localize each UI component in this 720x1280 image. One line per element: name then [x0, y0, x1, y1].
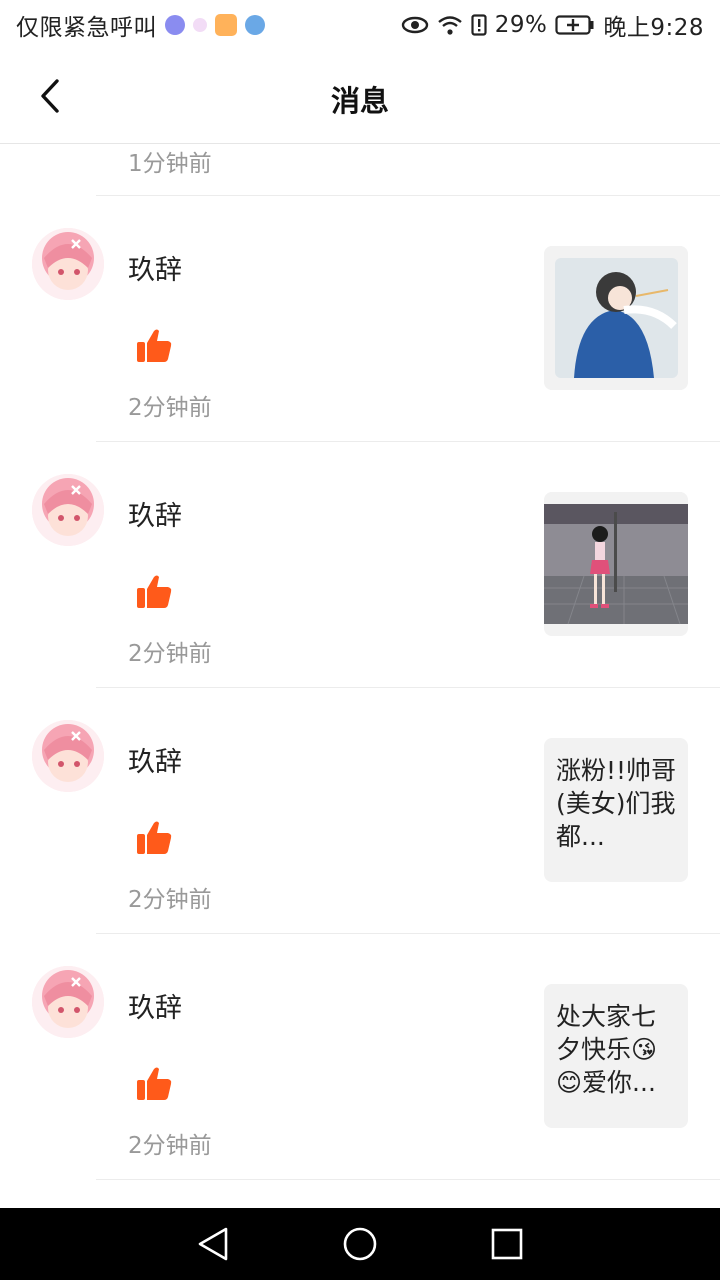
video-app-icon — [215, 14, 237, 36]
nav-home-button[interactable] — [330, 1214, 390, 1274]
battery-percent: 29% — [494, 12, 548, 38]
sim-alert-icon — [471, 14, 487, 36]
circle-home-icon — [343, 1227, 377, 1261]
status-bar: 仅限紧急呼叫 29% 晚上9:28 — [0, 0, 720, 50]
status-right: 29% 晚上9:28 — [401, 8, 704, 42]
square-recents-icon — [491, 1228, 522, 1260]
item-time: 2分钟前 — [128, 395, 212, 421]
wifi-icon — [437, 14, 463, 36]
list-item[interactable]: 玖辞 2分钟前 涨粉!!帅哥(美女)们我都... — [0, 688, 720, 934]
item-time: 1分钟前 — [128, 151, 212, 177]
post-preview-text: 涨粉!!帅哥(美女)们我都... — [556, 756, 677, 851]
thumbs-up-icon — [134, 1064, 174, 1104]
post-image-thumbnail[interactable] — [544, 492, 688, 636]
navigation-bar — [0, 1208, 720, 1280]
battery-icon — [555, 15, 595, 35]
avatar[interactable] — [32, 474, 104, 546]
post-text-preview[interactable]: 涨粉!!帅哥(美女)们我都... — [544, 738, 688, 882]
telegram-app-icon — [245, 15, 265, 35]
avatar[interactable] — [32, 720, 104, 792]
nav-back-button[interactable] — [183, 1214, 243, 1274]
item-time: 2分钟前 — [128, 641, 212, 667]
thumbs-up-icon — [134, 326, 174, 366]
clock: 晚上9:28 — [603, 15, 704, 41]
list-item[interactable]: 玖辞 2分钟前 处大家七夕快乐😘😊爱你... — [0, 934, 720, 1180]
post-image-thumbnail[interactable] — [544, 246, 688, 390]
thumbs-up-icon — [134, 572, 174, 612]
header: 消息 — [0, 50, 720, 144]
avatar[interactable] — [32, 228, 104, 300]
user-name[interactable]: 玖辞 — [128, 494, 182, 533]
user-name[interactable]: 玖辞 — [128, 986, 182, 1025]
flower-app-icon — [193, 18, 207, 32]
list-item[interactable]: 玖辞 2分钟前 — [0, 442, 720, 688]
music-app-icon — [165, 15, 185, 35]
page-title: 消息 — [330, 84, 389, 118]
triangle-back-icon — [199, 1227, 228, 1261]
thumbs-up-icon — [134, 818, 174, 858]
item-time: 2分钟前 — [128, 1133, 212, 1159]
user-name[interactable]: 玖辞 — [128, 740, 182, 779]
post-text-preview[interactable]: 处大家七夕快乐😘😊爱你... — [544, 984, 688, 1128]
message-list[interactable]: 1分钟前 玖辞 2分钟前 玖辞 2分钟前 玖辞 2分钟前 涨粉!!帅哥(美女)们… — [0, 144, 720, 1208]
row-divider — [96, 1179, 720, 1180]
list-item[interactable]: 玖辞 2分钟前 — [0, 196, 720, 442]
status-left: 仅限紧急呼叫 — [16, 8, 265, 42]
user-name[interactable]: 玖辞 — [128, 248, 182, 287]
carrier-text: 仅限紧急呼叫 — [16, 15, 157, 41]
nav-recents-button[interactable] — [477, 1214, 537, 1274]
post-preview-text: 处大家七夕快乐😘😊爱你... — [556, 1002, 658, 1097]
item-time: 2分钟前 — [128, 887, 212, 913]
avatar[interactable] — [32, 966, 104, 1038]
list-item-partial[interactable]: 1分钟前 — [96, 144, 720, 196]
eye-icon — [401, 15, 429, 35]
